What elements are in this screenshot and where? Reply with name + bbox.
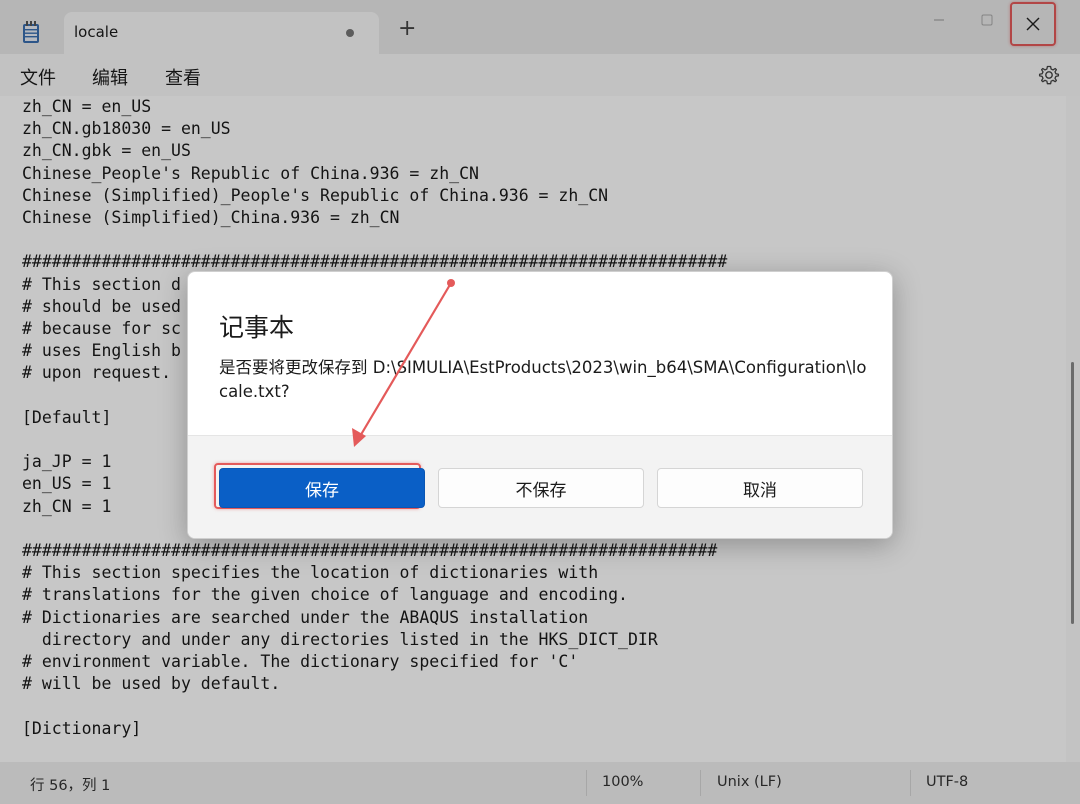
save-changes-dialog: 记事本 是否要将更改保存到 D:\SIMULIA\EstProducts\202…: [187, 271, 893, 539]
dialog-footer: 保存 不保存 取消: [188, 435, 892, 538]
dialog-message: 是否要将更改保存到 D:\SIMULIA\EstProducts\2023\wi…: [219, 358, 867, 401]
dialog-title: 记事本: [219, 313, 295, 342]
dont-save-button[interactable]: 不保存: [438, 468, 644, 508]
save-button[interactable]: 保存: [219, 468, 425, 508]
cancel-button[interactable]: 取消: [657, 468, 863, 508]
